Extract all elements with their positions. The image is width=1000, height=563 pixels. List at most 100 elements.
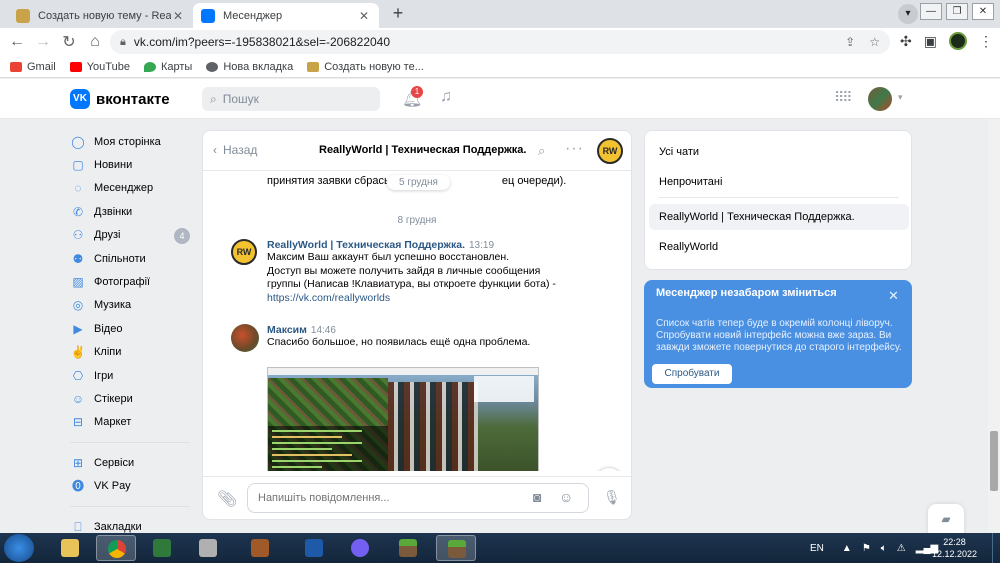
reload-icon[interactable]: ↻ xyxy=(56,32,82,52)
volume-icon[interactable]: 🔈︎ xyxy=(881,543,887,554)
tab-search-chevron-down-icon[interactable]: ▾ xyxy=(898,4,918,24)
sidebar-item-news[interactable]: ▢ Новини xyxy=(70,153,190,176)
bookmark-new-tab[interactable]: Нова вкладка xyxy=(206,61,293,73)
sidebar-item-photos[interactable]: ▨ Фотографії xyxy=(70,270,190,293)
lock-icon[interactable]: 🔒︎ xyxy=(120,36,126,49)
more-dots-icon[interactable]: ··· xyxy=(565,140,584,158)
maximize-button[interactable]: ❐ xyxy=(946,3,968,20)
chat-avatar[interactable]: RW xyxy=(597,138,623,164)
back-arrow-icon[interactable]: ← xyxy=(4,33,30,51)
search-icon[interactable]: ⌕ xyxy=(538,143,545,159)
taskbar-minecraft-launcher[interactable] xyxy=(388,535,428,561)
photo-icon: ▨ xyxy=(72,275,84,290)
sender-avatar[interactable]: RW xyxy=(231,239,257,265)
home-icon[interactable]: ⌂ xyxy=(82,33,108,51)
emoji-smile-icon[interactable]: ☺ xyxy=(559,489,573,505)
show-desktop-button[interactable] xyxy=(992,533,1000,563)
sidebar-item-stickers[interactable]: ☺ Стікери xyxy=(70,387,190,410)
sidebar-item-games[interactable]: ⎔ Ігри xyxy=(70,364,190,387)
chevron-left-icon: ‹ xyxy=(213,143,217,157)
attached-screenshot-image[interactable] xyxy=(267,367,539,471)
bookmark-gmail[interactable]: Gmail xyxy=(10,61,56,73)
filter-reallyworld-support[interactable]: ReallyWorld | Техническая Поддержка. xyxy=(649,204,909,230)
sidebar-item-my-page[interactable]: ◯ Моя сторінка xyxy=(70,130,190,153)
message-author[interactable]: Максим 14:46 xyxy=(267,324,597,336)
tab-messenger[interactable]: Месенджер ✕ xyxy=(193,3,379,28)
tab-reallyworld[interactable]: Создать новую тему - ReallyWorld ✕ xyxy=(8,3,193,28)
close-icon[interactable]: ✕ xyxy=(888,288,899,304)
sender-avatar[interactable] xyxy=(231,324,259,352)
taskbar-viber[interactable] xyxy=(340,535,380,561)
back-button[interactable]: ‹ Назад xyxy=(213,143,257,157)
taskbar-file-explorer[interactable] xyxy=(50,535,90,561)
close-window-button[interactable]: ✕ xyxy=(972,3,994,20)
try-button[interactable]: Спробувати xyxy=(652,364,732,384)
apps-grid-icon[interactable]: ⠿⠿ xyxy=(834,89,852,106)
folder-icon xyxy=(61,539,79,557)
sidebar-item-friends[interactable]: ⚇ Друзі 4 xyxy=(70,224,190,247)
taskbar-minecraft[interactable] xyxy=(436,535,476,561)
sidebar-item-calls[interactable]: ✆ Дзвінки xyxy=(70,200,190,223)
system-clock[interactable]: 22:28 12.12.2022 xyxy=(932,536,977,560)
bookmark-youtube[interactable]: YouTube xyxy=(69,61,130,73)
taskbar-app-3[interactable] xyxy=(142,535,182,561)
sidebar-item-video[interactable]: ▶ Відео xyxy=(70,317,190,340)
new-tab-button[interactable]: + xyxy=(388,4,408,24)
profile-avatar[interactable] xyxy=(948,32,967,50)
close-tab-icon[interactable]: ✕ xyxy=(357,9,371,23)
language-indicator[interactable]: EN xyxy=(810,543,824,554)
user-avatar[interactable] xyxy=(868,87,892,111)
vk-logo[interactable]: VK вконтакте xyxy=(70,89,170,109)
side-panel-icon[interactable]: ▣ xyxy=(924,33,937,50)
tray-flag-icon[interactable]: ⚑ xyxy=(862,543,871,554)
screenshot-window-bar xyxy=(268,368,538,375)
sidebar-item-clips[interactable]: ✌ Кліпи xyxy=(70,341,190,364)
filters-divider xyxy=(659,197,899,198)
sidebar-item-vkpay[interactable]: ⓿ VK Pay xyxy=(70,474,190,497)
message-author[interactable]: ReallyWorld | Техническая Поддержка. 13:1… xyxy=(267,239,597,251)
youtube-icon xyxy=(69,61,82,72)
extensions-puzzle-icon[interactable]: ✣ xyxy=(900,33,912,50)
close-tab-icon[interactable]: ✕ xyxy=(171,9,185,23)
scrollbar-thumb[interactable] xyxy=(990,431,998,491)
microphone-icon[interactable]: 🎙︎ xyxy=(603,489,621,506)
page-scrollbar[interactable] xyxy=(988,119,1000,532)
chat-title[interactable]: ReallyWorld | Техническая Поддержка. xyxy=(319,144,526,156)
notifications-bell-icon[interactable]: 🔔︎ 1 xyxy=(402,86,423,109)
search-placeholder: Пошук xyxy=(222,92,259,106)
start-button[interactable] xyxy=(4,534,34,562)
message-history[interactable]: принятия заявки сбрасы ец очереди). 5 гру… xyxy=(203,171,631,471)
filter-all-chats[interactable]: Усі чати xyxy=(645,139,911,165)
bookmark-maps[interactable]: Карты xyxy=(143,61,192,73)
camera-icon[interactable]: ◙ xyxy=(533,489,541,505)
taskbar-chrome[interactable] xyxy=(96,535,136,561)
music-note-icon[interactable]: ♫ xyxy=(440,88,452,106)
taskbar-app-4[interactable] xyxy=(188,535,228,561)
sidebar-item-messenger[interactable]: ◌ Месенджер xyxy=(70,177,190,200)
minimize-button[interactable]: — xyxy=(920,3,942,20)
sidebar-item-market[interactable]: ⊟ Маркет xyxy=(70,411,190,434)
attach-paperclip-icon[interactable]: 📎︎ xyxy=(217,489,237,509)
friends-count-badge: 4 xyxy=(174,227,190,244)
news-icon: ▢ xyxy=(72,158,84,173)
address-bar[interactable]: 🔒︎ vk.com/im?peers=-195838021&sel=-20682… xyxy=(110,30,890,54)
chevron-down-icon[interactable]: ▾ xyxy=(898,92,903,103)
tray-expand-icon[interactable]: ▲ xyxy=(842,543,852,554)
sidebar-item-communities[interactable]: ⚉ Спільноти xyxy=(70,247,190,270)
share-icon[interactable]: ⇪ xyxy=(845,35,855,49)
bookmark-create-topic[interactable]: Создать новую те... xyxy=(307,61,424,73)
filter-unread[interactable]: Непрочитані xyxy=(645,169,911,195)
menu-kebab-icon[interactable]: ⋮ xyxy=(979,33,993,50)
bookmark-star-icon[interactable]: ☆ xyxy=(869,35,880,49)
message-link[interactable]: https://vk.com/reallyworlds xyxy=(267,292,597,306)
network-error-icon[interactable]: ⚠ xyxy=(897,543,906,554)
taskbar-app-5[interactable] xyxy=(240,535,280,561)
chat-bubble-icon[interactable]: ▰ xyxy=(928,504,964,534)
forward-arrow-icon[interactable]: → xyxy=(30,33,56,51)
sidebar-item-services[interactable]: ⊞ Сервіси xyxy=(70,451,190,474)
taskbar-app-6[interactable] xyxy=(294,535,334,561)
sidebar-item-music[interactable]: ◎ Музика xyxy=(70,294,190,317)
scroll-to-bottom-chevron-down-icon[interactable]: ⌄ xyxy=(594,467,624,471)
filter-reallyworld[interactable]: ReallyWorld xyxy=(645,234,911,260)
vk-search-input[interactable]: ⌕ Пошук xyxy=(202,87,380,111)
